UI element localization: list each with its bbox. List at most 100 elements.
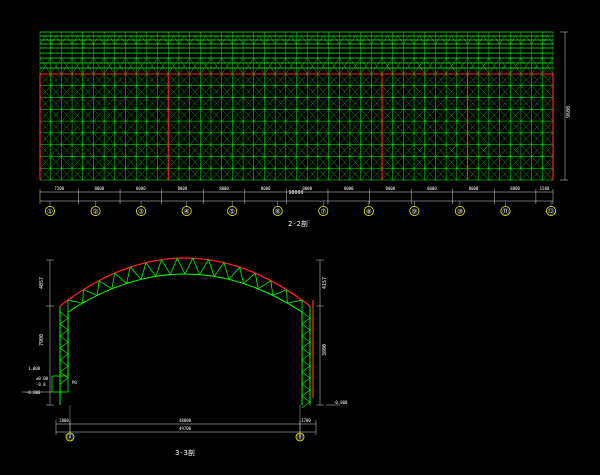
right-wall-web	[302, 390, 310, 396]
elevation-2-2: 7200800080008000800080008000800080008000…	[40, 32, 572, 228]
cad-drawing: 7200800080008000800080008000800080008000…	[0, 0, 600, 471]
axis-label: ⑪	[502, 208, 509, 216]
span-dim-text: 8000	[136, 186, 146, 191]
arch-web	[130, 267, 141, 279]
axis-label: ②	[93, 208, 99, 216]
axis-label: ⑤	[229, 208, 235, 216]
arch-web	[273, 290, 287, 296]
section-left-wall-dimension: 7900	[39, 334, 45, 346]
left-wall-web	[60, 318, 68, 324]
right-wall-web	[302, 312, 310, 318]
arch-web	[287, 290, 288, 303]
arch-web	[229, 267, 240, 279]
section-level-left-top: 1.000	[28, 366, 41, 371]
left-wall-web	[60, 378, 68, 384]
elevation-axis-bubbles: ①②③④⑤⑥⑦⑧⑨⑩⑪⑫	[45, 201, 555, 216]
arch-web	[146, 263, 156, 277]
right-wall-web	[302, 348, 310, 354]
right-wall-web	[302, 384, 310, 390]
span-dim-text: 8000	[219, 186, 229, 191]
span-dim-text: 8000	[469, 186, 479, 191]
arch-web	[185, 258, 193, 274]
left-wall-web	[60, 354, 68, 360]
arch-web	[193, 258, 200, 274]
arch-web	[68, 300, 83, 303]
axis-label: ①	[47, 208, 53, 216]
arch-web	[240, 267, 244, 283]
left-wall-web	[60, 366, 68, 372]
axis-label: ③	[138, 208, 144, 216]
right-wall-web	[302, 360, 310, 366]
elevation-title: 2-2剖	[288, 219, 308, 228]
section-axis-label-b: Ⓑ	[297, 434, 303, 442]
left-wall-web	[60, 360, 68, 366]
axis-label: ⑦	[320, 208, 326, 216]
section-left-rise-dimension: 4057	[39, 277, 45, 289]
right-wall-web	[302, 366, 310, 372]
section-level-right: -0.800	[333, 400, 348, 405]
left-wall-web	[60, 324, 68, 330]
left-wall-web	[60, 342, 68, 348]
axis-label: ⑫	[548, 208, 555, 216]
span-dim-text: 8000	[178, 186, 188, 191]
section-axis-label-a: Ⓐ	[67, 434, 73, 442]
section-level-left-mid: ±0.00	[36, 376, 49, 381]
arch-web	[99, 281, 112, 289]
right-wall-web	[302, 330, 310, 336]
right-wall-web	[302, 402, 310, 408]
axis-label: ⑧	[366, 208, 372, 216]
left-wall-web	[60, 348, 68, 354]
arch-inner-chord	[68, 274, 302, 312]
arch-web	[112, 273, 115, 289]
left-wall-web	[60, 330, 68, 336]
right-wall-web	[302, 378, 310, 384]
span-dim-text: 8000	[386, 186, 396, 191]
section-axis-bubble-a: Ⓐ	[66, 433, 74, 442]
elevation-height-dimension: 9600	[566, 106, 572, 118]
axis-label: ⑥	[275, 208, 281, 216]
arch-web	[287, 300, 302, 303]
arch-web	[156, 260, 162, 277]
arch-web	[177, 258, 185, 274]
arch-web	[97, 281, 99, 296]
section-3-3: 4057 7900 4157 3800 1.000 ±0.00 -0.8 -0.…	[22, 258, 348, 457]
span-dim-text: 8000	[510, 186, 520, 191]
section-right-edge-dimension: 1700	[301, 418, 311, 423]
right-wall-web	[302, 318, 310, 324]
span-dim-text: 1500	[540, 186, 550, 191]
arch-web	[244, 273, 256, 283]
left-wall-web	[60, 336, 68, 342]
section-span-dimension: 48000	[179, 418, 192, 423]
section-dimension-lines	[22, 260, 340, 435]
left-wall-web	[60, 372, 68, 378]
cad-drawing-canvas: 7200800080008000800080008000800080008000…	[0, 0, 600, 471]
arch-web	[170, 258, 177, 274]
axis-label: ④	[184, 208, 190, 216]
axis-label: ⑩	[457, 208, 463, 216]
left-wall-web	[60, 312, 68, 318]
section-axis-bubble-b: Ⓑ	[296, 433, 304, 442]
arch-web	[162, 260, 171, 275]
section-arch-truss	[52, 258, 313, 408]
right-wall-web	[302, 342, 310, 348]
span-dim-text: 7200	[54, 186, 64, 191]
arch-web	[271, 281, 273, 296]
right-wall-web	[302, 372, 310, 378]
right-wall-web	[302, 336, 310, 342]
section-total-dimension: 49700	[179, 426, 192, 431]
arch-web	[200, 260, 209, 275]
span-dim-text: 8000	[427, 186, 437, 191]
elevation-total-dimension: 98000	[288, 190, 303, 196]
arch-web	[83, 290, 84, 303]
right-wall-web	[302, 324, 310, 330]
section-right-rise-dimension: 4157	[322, 277, 328, 289]
section-detail-note: P0	[72, 380, 77, 385]
span-dim-text: 8000	[261, 186, 271, 191]
elevation-wall-grid	[40, 74, 553, 180]
section-left-edge-dimension: 2000	[59, 418, 69, 423]
arch-web	[224, 263, 229, 280]
right-wall-web	[302, 354, 310, 360]
arch-web	[255, 273, 258, 289]
arch-web	[214, 263, 224, 277]
section-level-left-low: -0.8	[36, 382, 46, 387]
